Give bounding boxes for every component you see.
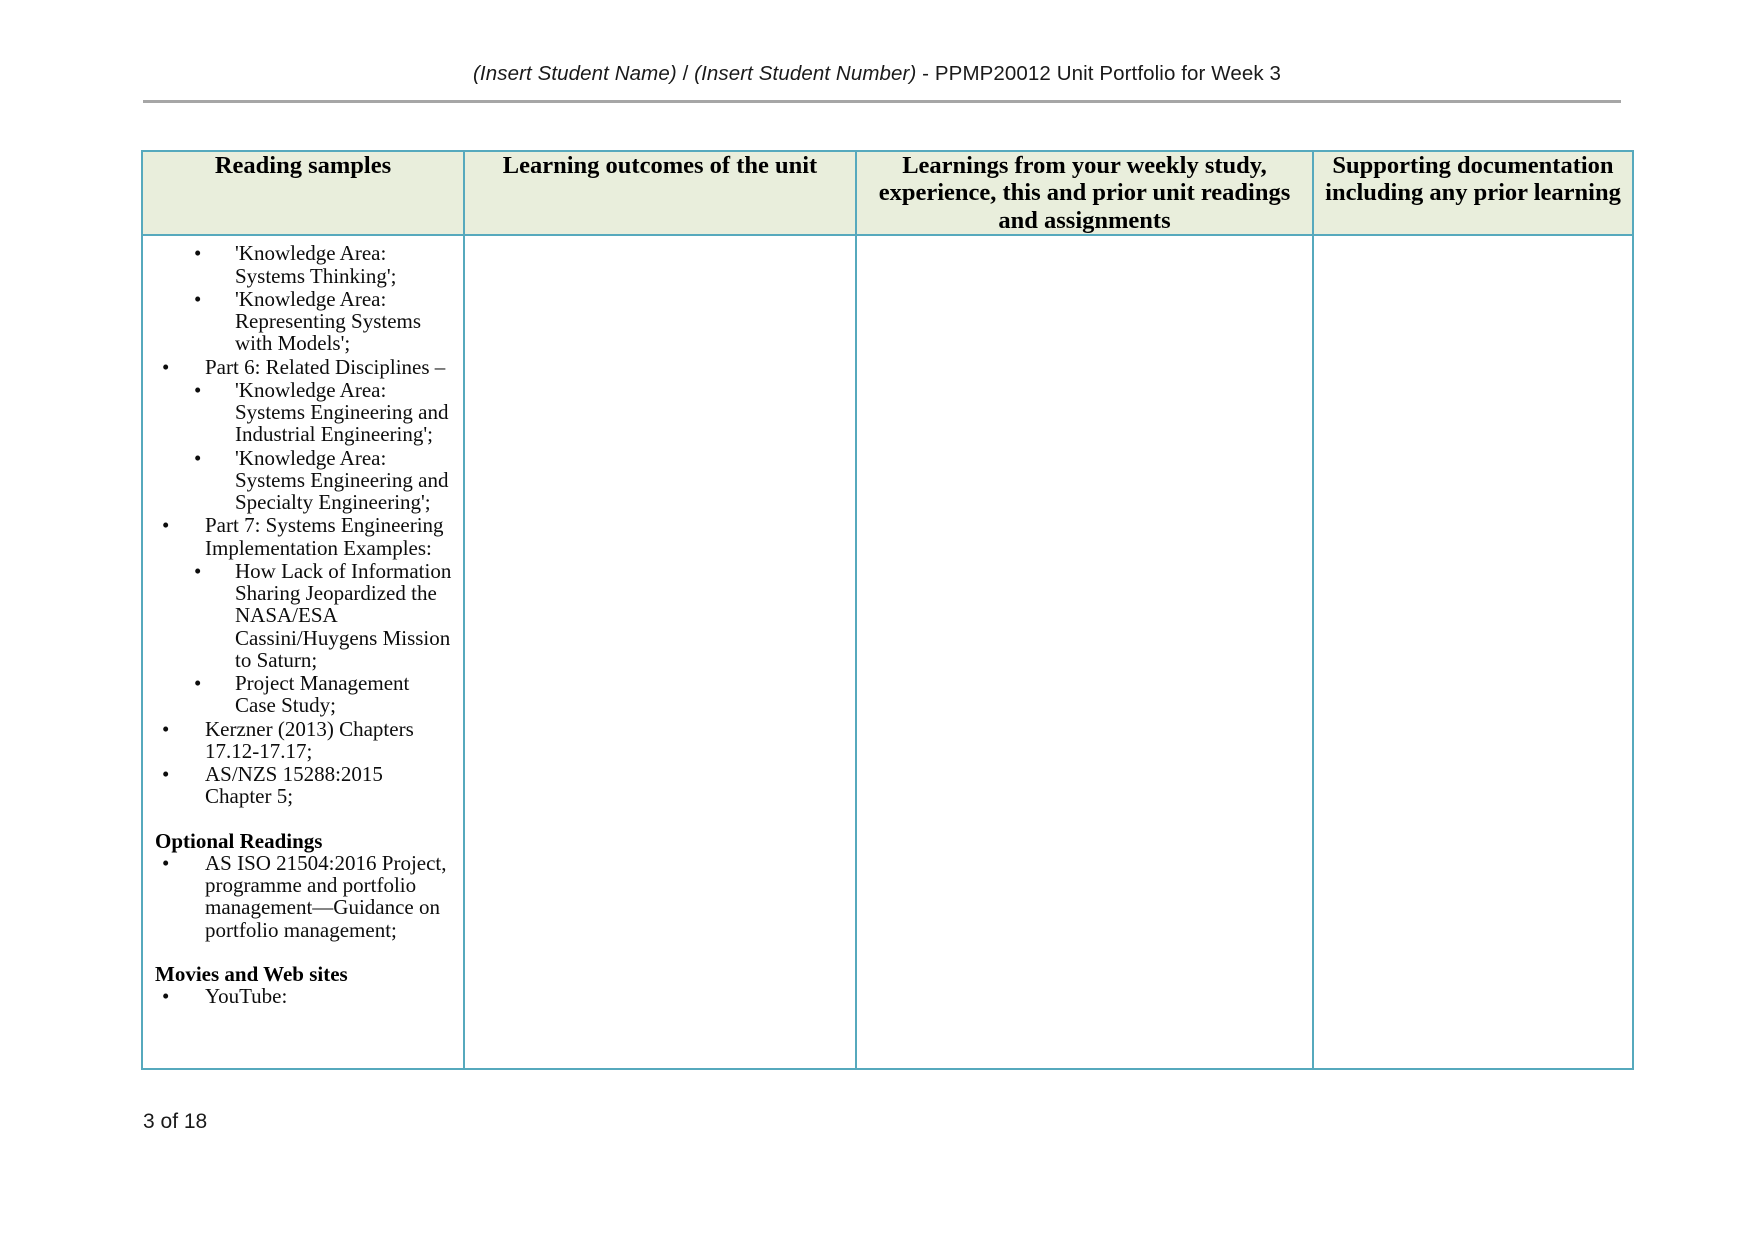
header-separator: / xyxy=(676,62,695,85)
bullet-icon: • xyxy=(162,354,170,379)
list-item: • Project Management Case Study; xyxy=(153,672,453,717)
cell-learning-outcomes[interactable] xyxy=(463,234,857,1071)
column-header-label: Reading samples xyxy=(214,152,392,179)
bullet-icon: • xyxy=(162,513,170,538)
list-item-label: 'Knowledge Area: Systems Engineering and… xyxy=(235,377,449,447)
bullet-icon: • xyxy=(194,558,202,583)
list-item: • Kerzner (2013) Chapters 17.12-17.17; xyxy=(153,716,453,763)
list-item-label: 'Knowledge Area: Systems Thinking'; xyxy=(235,241,397,288)
bullet-icon: • xyxy=(162,850,170,875)
header-title-suffix: - PPMP20012 Unit Portfolio for Week 3 xyxy=(916,62,1281,85)
portfolio-table: Reading samples Learning outcomes of the… xyxy=(141,149,1634,1071)
list-item: • YouTube: xyxy=(153,984,453,1009)
list-item: • AS ISO 21504:2016 Project, programme an… xyxy=(153,852,453,941)
list-item-label: AS ISO 21504:2016 Project, programme and… xyxy=(205,850,447,942)
column-header-label: Learning outcomes of the unit xyxy=(502,152,818,179)
table-body-row: • 'Knowledge Area: Systems Thinking'; • 'K… xyxy=(141,234,1634,1071)
running-header: (Insert Student Name) / (Insert Student … xyxy=(143,62,1611,86)
bullet-icon: • xyxy=(194,241,202,266)
bullet-icon: • xyxy=(194,377,202,402)
list-item: • How Lack of Information Sharing Jeopard… xyxy=(153,560,453,671)
bullet-icon: • xyxy=(162,984,170,1009)
bullet-icon: • xyxy=(162,716,170,741)
bullet-icon: • xyxy=(194,286,202,311)
table-header-row: Reading samples Learning outcomes of the… xyxy=(141,149,1634,237)
column-header-weekly-learnings: Learnings from your weekly study, experi… xyxy=(855,149,1314,237)
cell-weekly-learnings[interactable] xyxy=(855,234,1314,1071)
reading-list-movies: • YouTube: xyxy=(153,984,453,1009)
subsection-heading-optional-readings: Optional Readings xyxy=(155,828,323,853)
list-item: • 'Knowledge Area: Systems Engineering an… xyxy=(153,379,453,446)
reading-list-optional: • AS ISO 21504:2016 Project, programme an… xyxy=(153,852,453,941)
cell-supporting-documentation[interactable] xyxy=(1312,234,1634,1071)
student-name-placeholder: (Insert Student Name) xyxy=(473,62,677,85)
reading-list-main: • 'Knowledge Area: Systems Thinking'; • 'K… xyxy=(153,242,453,807)
column-header-label: Learnings from your weekly study, experi… xyxy=(878,152,1291,234)
list-item-label: Part 6: Related Disciplines – xyxy=(205,354,446,379)
list-item-label: 'Knowledge Area: Representing Systems wi… xyxy=(235,286,422,356)
cell-reading-samples: • 'Knowledge Area: Systems Thinking'; • 'K… xyxy=(141,234,465,1071)
column-header-supporting-documentation: Supporting documentation including any p… xyxy=(1312,149,1634,237)
column-header-learning-outcomes: Learning outcomes of the unit xyxy=(463,149,857,237)
list-item: • AS/NZS 15288:2015 Chapter 5; xyxy=(153,763,453,808)
list-item-label: How Lack of Information Sharing Jeopardi… xyxy=(235,558,452,672)
list-item-label: Kerzner (2013) Chapters 17.12-17.17; xyxy=(205,716,414,763)
list-item-label: YouTube: xyxy=(205,984,288,1009)
list-item-label: AS/NZS 15288:2015 Chapter 5; xyxy=(205,762,383,809)
list-item: • Part 6: Related Disciplines – xyxy=(153,354,453,379)
list-item-label: 'Knowledge Area: Systems Engineering and… xyxy=(235,445,449,515)
list-item: • 'Knowledge Area: Systems Engineering an… xyxy=(153,445,453,515)
list-item-label: Part 7: Systems Engineering Implementati… xyxy=(205,513,444,560)
list-item: • 'Knowledge Area: Systems Thinking'; xyxy=(153,242,453,287)
bullet-icon: • xyxy=(162,762,170,787)
column-header-reading-samples: Reading samples xyxy=(141,149,465,237)
document-page: (Insert Student Name) / (Insert Student … xyxy=(0,0,1754,1241)
bullet-icon: • xyxy=(194,445,202,470)
column-header-label: Supporting documentation including any p… xyxy=(1325,152,1621,207)
subsection-heading-movies-and-web-sites: Movies and Web sites xyxy=(155,961,348,986)
list-item: • 'Knowledge Area: Representing Systems w… xyxy=(153,288,453,355)
student-number-placeholder: (Insert Student Number) xyxy=(694,62,917,85)
page-number: 3 of 18 xyxy=(143,1110,208,1133)
header-divider xyxy=(143,100,1621,103)
list-item-label: Project Management Case Study; xyxy=(235,671,410,718)
list-item: • Part 7: Systems Engineering Implementat… xyxy=(153,514,453,559)
bullet-icon: • xyxy=(194,671,202,696)
